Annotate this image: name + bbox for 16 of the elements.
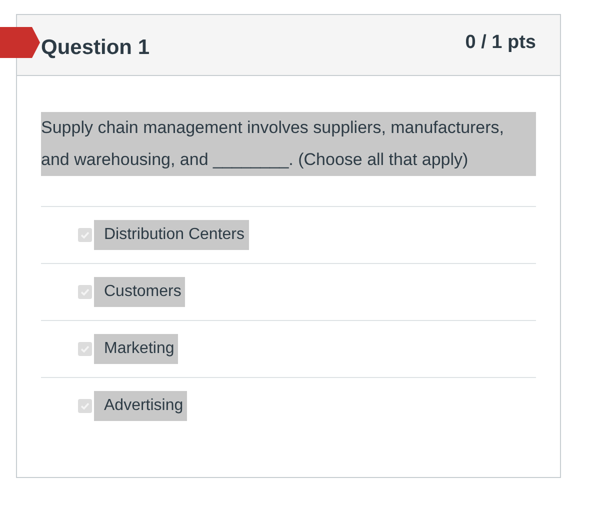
option-label: Advertising	[94, 391, 188, 421]
checkbox[interactable]	[78, 342, 92, 356]
checkmark-icon	[80, 230, 90, 240]
option-label: Marketing	[94, 334, 178, 364]
flag-icon	[0, 27, 40, 58]
checkbox[interactable]	[78, 228, 92, 242]
checkmark-icon	[80, 287, 90, 297]
points-text: 0 / 1 pts	[465, 31, 536, 55]
question-title: Question 1	[41, 35, 150, 61]
checkmark-icon	[80, 401, 90, 411]
option-label: Distribution Centers	[94, 220, 248, 250]
checkbox[interactable]	[78, 399, 92, 413]
option-label: Customers	[94, 277, 186, 307]
question-text: Supply chain management involves suppliers, manufacturers, and warehousing, and ________. (Choose all that apply)	[41, 112, 536, 176]
checkmark-icon	[80, 344, 90, 354]
checkbox[interactable]	[78, 285, 92, 299]
